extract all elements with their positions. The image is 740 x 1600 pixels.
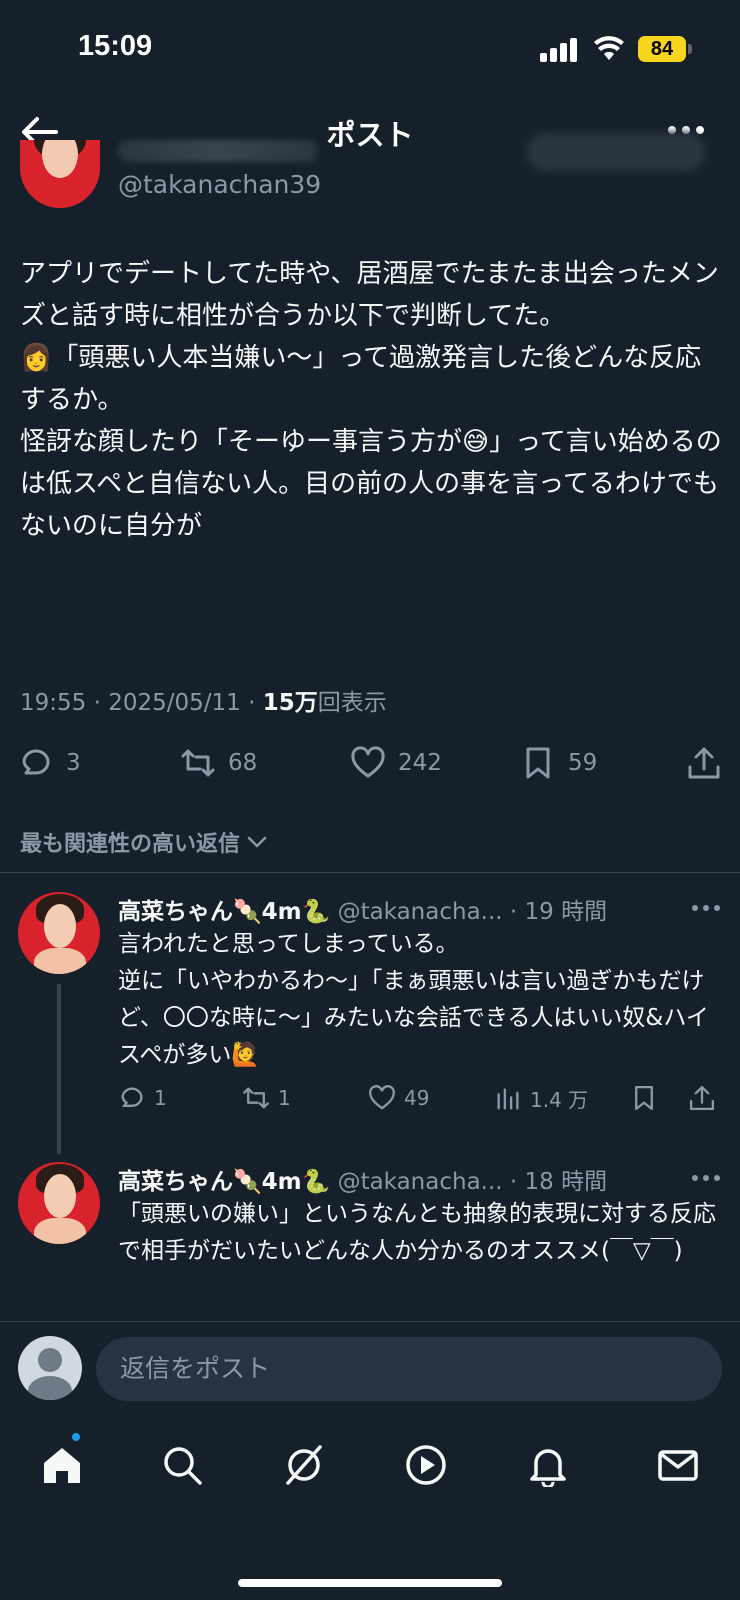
my-avatar[interactable] [18, 1336, 82, 1400]
share-icon [688, 747, 720, 779]
post-author: @takanachan39 [0, 132, 740, 210]
reply-composer: 返信をポスト [0, 1321, 740, 1421]
post-time: 19:55 [20, 690, 87, 716]
reply-avatar[interactable] [18, 892, 100, 974]
reply-action[interactable]: 1 [118, 1084, 167, 1112]
views-count: 1.4 万 [530, 1088, 589, 1112]
bottom-tab-bar [0, 1421, 740, 1600]
more-options-icon[interactable] [690, 898, 722, 918]
author-name-blurred [118, 140, 318, 162]
repost-icon [181, 749, 215, 777]
reply-avatar[interactable] [18, 1162, 100, 1244]
video-icon[interactable] [404, 1443, 448, 1487]
share-icon [689, 1085, 715, 1111]
signal-icon [540, 38, 580, 62]
view-count: 15万 [262, 690, 318, 716]
bookmark-action[interactable] [630, 1084, 658, 1112]
repost-action[interactable]: 1 [242, 1084, 291, 1112]
view-label: 回表示 [317, 690, 387, 716]
like-action[interactable]: 242 [350, 745, 442, 781]
follow-button-blurred[interactable] [526, 132, 706, 172]
chevron-down-icon [247, 836, 267, 848]
post-actions: 3 68 242 59 [0, 745, 740, 785]
reply-author-handle[interactable]: @takanacha... [338, 899, 503, 925]
reply-sort-label: 最も関連性の高い返信 [20, 832, 241, 857]
repost-action[interactable]: 68 [180, 745, 257, 781]
like-action[interactable]: 49 [368, 1084, 429, 1112]
author-avatar[interactable] [20, 140, 100, 208]
reply-input[interactable]: 返信をポスト [96, 1337, 722, 1401]
thread-line [57, 984, 61, 1154]
reply-count: 3 [66, 750, 81, 776]
reply-count: 1 [154, 1086, 167, 1110]
share-action[interactable] [688, 1084, 716, 1112]
reply-item[interactable]: 高菜ちゃん🍡4m🐍 @takanacha... · 19 時間 言われたと思って… [0, 892, 740, 1154]
reply-actions: 1 1 49 1.4 万 [118, 1084, 718, 1114]
like-count: 242 [398, 750, 442, 776]
heart-icon [351, 746, 385, 778]
bookmark-icon [635, 1085, 653, 1111]
like-count: 49 [404, 1086, 430, 1110]
bookmark-icon [526, 747, 550, 779]
reply-time: 18 時間 [524, 1169, 608, 1195]
post-meta: 19:55 · 2025/05/11 · 15万回表示 [20, 690, 387, 716]
status-time: 15:09 [78, 30, 153, 62]
repost-count: 68 [228, 750, 258, 776]
heart-icon [369, 1085, 395, 1110]
reply-text: 言われたと思ってしまっている。 逆に「いやわかるわ〜」「まぁ頭悪いは言い過ぎかも… [118, 931, 709, 1068]
wifi-icon [594, 36, 624, 60]
analytics-icon [497, 1088, 519, 1109]
post-text: アプリでデートしてた時や、居酒屋でたまたま出会ったメンズと話す時に相性が合うか以… [20, 259, 722, 541]
home-indicator[interactable] [238, 1579, 502, 1587]
repost-icon [243, 1087, 269, 1109]
divider [0, 872, 740, 873]
reply-icon [22, 749, 50, 775]
notifications-bell-icon[interactable] [526, 1443, 570, 1487]
reply-action[interactable]: 3 [18, 745, 81, 781]
search-icon[interactable] [160, 1443, 204, 1487]
share-action[interactable] [686, 745, 722, 781]
bookmark-action[interactable]: 59 [520, 745, 597, 781]
status-bar: 15:09 84 [0, 0, 740, 100]
grok-icon[interactable] [282, 1443, 326, 1487]
reply-icon [121, 1087, 143, 1107]
reply-time: 19 時間 [524, 899, 608, 925]
home-icon[interactable] [40, 1443, 84, 1487]
battery-tip [688, 44, 692, 54]
author-handle[interactable]: @takanachan39 [118, 170, 321, 199]
reply-item[interactable]: 高菜ちゃん🍡4m🐍 @takanacha... · 18 時間 「頭悪いの嫌い」… [0, 1162, 740, 1322]
more-options-icon[interactable] [690, 1168, 722, 1188]
reply-author-handle[interactable]: @takanacha... [338, 1169, 503, 1195]
repost-count: 1 [278, 1086, 291, 1110]
notification-dot [70, 1431, 82, 1443]
battery-indicator: 84 [638, 36, 686, 62]
reply-author-name[interactable]: 高菜ちゃん🍡4m🐍 [118, 899, 330, 925]
reply-sort-dropdown[interactable]: 最も関連性の高い返信 [20, 826, 268, 858]
bookmark-count: 59 [568, 750, 598, 776]
views-action[interactable]: 1.4 万 [494, 1084, 588, 1113]
reply-author-name[interactable]: 高菜ちゃん🍡4m🐍 [118, 1169, 330, 1195]
messages-envelope-icon[interactable] [656, 1443, 700, 1487]
reply-header: 高菜ちゃん🍡4m🐍 @takanacha... · 19 時間 [118, 899, 608, 925]
reply-header: 高菜ちゃん🍡4m🐍 @takanacha... · 18 時間 [118, 1169, 608, 1195]
reply-text: 「頭悪いの嫌い」というなんとも抽象的表現に対する反応で相手がだいたいどんな人か分… [118, 1201, 716, 1264]
post-date: 2025/05/11 [108, 690, 241, 716]
